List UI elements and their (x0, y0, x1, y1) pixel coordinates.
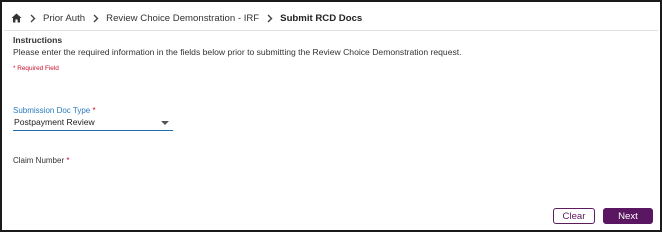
submission-doc-type-value: Postpayment Review (14, 117, 95, 127)
instructions-text: Please enter the required information in… (13, 47, 462, 57)
submission-doc-type-label-text: Submission Doc Type (13, 106, 91, 115)
breadcrumb: Prior Auth Review Choice Demonstration -… (11, 11, 362, 25)
claim-number-label-text: Claim Number (13, 156, 65, 165)
claim-number-input[interactable] (13, 168, 173, 182)
submission-doc-type-select[interactable]: Postpayment Review (13, 115, 173, 131)
breadcrumb-current: Submit RCD Docs (280, 12, 363, 24)
required-field-note: * Required Field (13, 65, 59, 72)
required-marker: * (66, 156, 70, 165)
clear-button[interactable]: Clear (553, 208, 595, 224)
caret-down-icon[interactable] (161, 121, 169, 125)
next-button[interactable]: Next (603, 208, 653, 224)
breadcrumb-review-choice-demo[interactable]: Review Choice Demonstration - IRF (106, 13, 259, 24)
header-divider (4, 30, 658, 31)
instructions-title: Instructions (13, 35, 63, 45)
required-marker: * (92, 106, 96, 115)
chevron-right-icon (267, 14, 273, 23)
claim-number-label: Claim Number * (13, 156, 69, 165)
submission-doc-type-label: Submission Doc Type * (13, 106, 96, 115)
breadcrumb-prior-auth[interactable]: Prior Auth (43, 13, 85, 24)
page-frame: Prior Auth Review Choice Demonstration -… (0, 0, 662, 232)
chevron-right-icon (93, 14, 99, 23)
home-icon[interactable] (11, 13, 22, 23)
chevron-right-icon (30, 14, 36, 23)
